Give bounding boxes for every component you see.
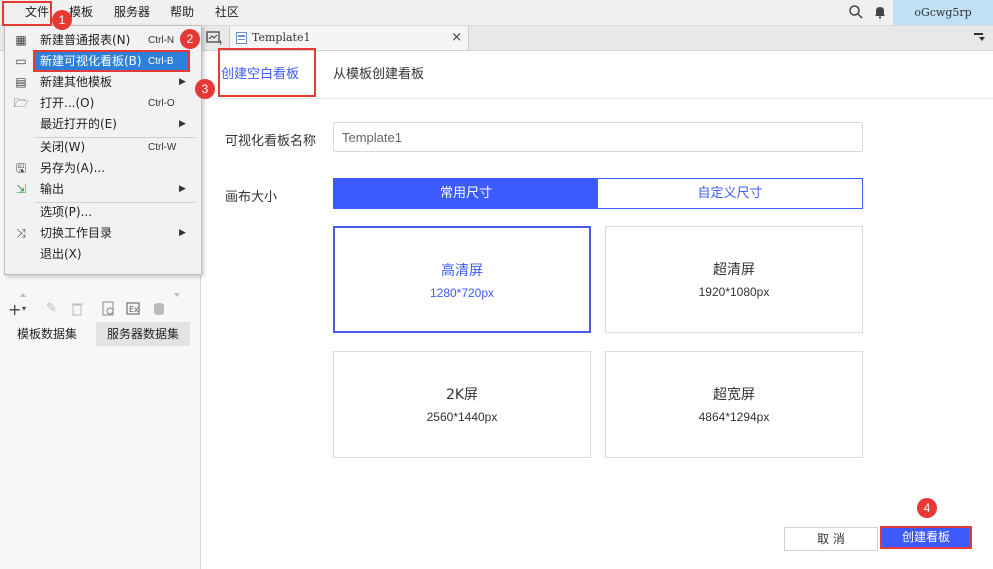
annotation-box-1 (2, 1, 52, 26)
menu-item-export[interactable]: ⇲ 输出 ▶ (5, 179, 201, 200)
menu-item-open[interactable]: 🗁 打开...(O) Ctrl-O (5, 93, 201, 114)
preset-fhd-card[interactable]: 超清屏 1920*1080px (605, 226, 863, 333)
menu-item-new-report[interactable]: ▦ 新建普通报表(N) Ctrl-N (5, 30, 201, 51)
user-account[interactable]: oGcwg5rp (893, 0, 993, 25)
submenu-arrow-icon: ▶ (179, 228, 186, 238)
new-dashboard-icon[interactable]: + (206, 30, 224, 47)
menu-item-label: 关闭(W) (40, 140, 86, 154)
menu-item-close[interactable]: 关闭(W) Ctrl-W (5, 137, 201, 158)
panel-splitter[interactable] (8, 287, 188, 297)
add-icon[interactable]: + (8, 300, 21, 319)
preset-size: 1280*720px (429, 286, 495, 300)
menu-item-label: 另存为(A)... (40, 161, 106, 175)
preset-size: 1920*1080px (698, 285, 770, 299)
dataset-toolbar: + ▾ ✎ Ex (0, 298, 200, 322)
folder-open-icon: 🗁 (13, 96, 29, 110)
menu-item-new-other-template[interactable]: ▤ 新建其他模板 ▶ (5, 72, 201, 93)
menu-item-label: 选项(P)... (40, 205, 93, 219)
search-icon[interactable] (848, 4, 864, 20)
preset-name: 超清屏 (713, 262, 755, 278)
submenu-arrow-icon: ▶ (179, 119, 186, 129)
menu-item-label: 切换工作目录 (40, 226, 113, 240)
grid-report-icon: ▦ (15, 33, 27, 47)
tab-server-dataset[interactable]: 服务器数据集 (96, 322, 190, 346)
menu-template[interactable]: 模板 (69, 0, 93, 25)
dataset-edit-icon[interactable]: Ex (126, 301, 142, 317)
common-size-button[interactable]: 常用尺寸 (334, 179, 598, 208)
preset-name: 超宽屏 (713, 387, 755, 403)
chevron-down-icon[interactable]: ▾ (22, 304, 26, 313)
menu-item-exit[interactable]: 退出(X) (5, 244, 201, 265)
menu-item-shortcut: Ctrl-W (148, 142, 177, 153)
switch-icon: ⤨ (16, 226, 26, 240)
preview-icon[interactable] (102, 301, 116, 317)
svg-text:Ex: Ex (129, 305, 139, 314)
new-dashboard-dialog: 创建空白看板 从模板创建看板 可视化看板名称 画布大小 常用尺寸 自定义尺寸 高… (201, 51, 993, 569)
database-icon[interactable] (152, 301, 168, 317)
menu-item-label: 新建普通报表(N) (40, 33, 131, 47)
annotation-badge-3: 3 (195, 79, 215, 99)
preset-hd-card[interactable]: 高清屏 1280*720px (333, 226, 591, 333)
tab-from-template[interactable]: 从模板创建看板 (333, 51, 424, 98)
annotation-box-3 (218, 48, 316, 97)
menu-community[interactable]: 社区 (215, 0, 239, 25)
menu-item-label: 退出(X) (40, 247, 82, 261)
menu-bar: 文件 模板 服务器 帮助 社区 oGcwg5rp (0, 0, 993, 26)
menu-item-options[interactable]: 选项(P)... (5, 202, 201, 223)
annotation-badge-2: 2 (180, 29, 200, 49)
submenu-arrow-icon: ▶ (179, 77, 186, 87)
close-icon[interactable]: × (451, 26, 462, 50)
submenu-arrow-icon: ▶ (179, 184, 186, 194)
export-icon: ⇲ (15, 182, 27, 196)
menu-server[interactable]: 服务器 (114, 0, 150, 25)
document-icon (236, 32, 247, 44)
save-as-icon: 🖫 (15, 161, 27, 175)
annotation-badge-1: 1 (52, 10, 72, 30)
preset-name: 2K屏 (445, 387, 479, 403)
menu-item-label: 新建其他模板 (40, 75, 113, 89)
annotation-box-2 (33, 50, 190, 72)
dashboard-icon: ▭ (15, 54, 27, 68)
tab-template1[interactable]: Template1 × (229, 26, 469, 50)
menu-item-save-as[interactable]: 🖫 另存为(A)... (5, 158, 201, 179)
annotation-badge-4: 4 (917, 498, 937, 518)
menu-item-shortcut: Ctrl-O (148, 98, 175, 109)
menu-item-recent[interactable]: 最近打开的(E) ▶ (5, 114, 201, 135)
preset-size: 4864*1294px (698, 410, 770, 424)
preset-ultrawide-card[interactable]: 超宽屏 4864*1294px (605, 351, 863, 458)
cancel-button[interactable]: 取 消 (784, 527, 878, 551)
size-mode-switch: 常用尺寸 自定义尺寸 (333, 178, 863, 209)
edit-icon[interactable]: ✎ (46, 301, 57, 316)
dashboard-name-input[interactable] (333, 122, 863, 152)
preset-2k-card[interactable]: 2K屏 2560*1440px (333, 351, 591, 458)
dialog-tabs: 创建空白看板 从模板创建看板 (201, 51, 993, 99)
menu-item-label: 最近打开的(E) (40, 117, 117, 131)
svg-text:+: + (217, 38, 222, 46)
panel-toggle-icon[interactable] (973, 31, 987, 45)
preset-name: 高清屏 (441, 263, 483, 279)
menu-item-label: 打开...(O) (40, 96, 95, 110)
tab-label: Template1 (252, 31, 311, 44)
custom-size-button[interactable]: 自定义尺寸 (598, 179, 862, 208)
preset-size: 2560*1440px (426, 410, 498, 424)
tab-template-dataset[interactable]: 模板数据集 (0, 322, 94, 346)
dataset-tabs: 模板数据集 服务器数据集 (0, 322, 200, 346)
bell-icon[interactable] (872, 4, 888, 20)
name-label: 可视化看板名称 (225, 134, 317, 149)
menu-help[interactable]: 帮助 (170, 0, 194, 25)
menu-item-shortcut: Ctrl-N (148, 35, 175, 46)
create-dashboard-button[interactable]: 创建看板 (880, 526, 972, 549)
canvas-size-label: 画布大小 (225, 190, 278, 205)
delete-icon[interactable] (70, 301, 84, 317)
template-icon: ▤ (15, 75, 27, 89)
menu-item-switch-dir[interactable]: ⤨ 切换工作目录 ▶ (5, 223, 201, 244)
menu-item-label: 输出 (40, 182, 65, 196)
